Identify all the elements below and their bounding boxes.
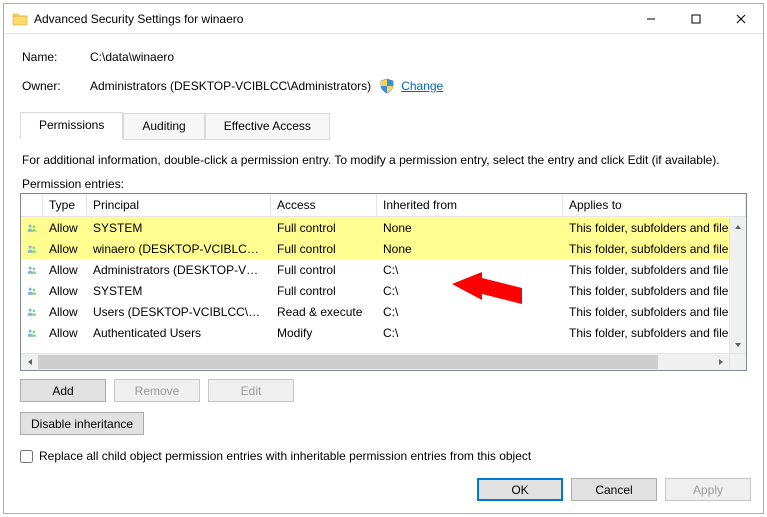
table-row[interactable]: AllowUsers (DESKTOP-VCIBLCC\Us...Read & … bbox=[21, 301, 746, 322]
add-button[interactable]: Add bbox=[20, 379, 106, 402]
cell-type: Allow bbox=[43, 305, 87, 319]
edit-button: Edit bbox=[208, 379, 294, 402]
horizontal-scrollbar[interactable] bbox=[21, 353, 729, 370]
ok-button[interactable]: OK bbox=[477, 478, 563, 501]
dialog-footer: OK Cancel Apply bbox=[477, 478, 751, 501]
cancel-button[interactable]: Cancel bbox=[571, 478, 657, 501]
cell-type: Allow bbox=[43, 326, 87, 340]
cell-type: Allow bbox=[43, 284, 87, 298]
cell-access: Full control bbox=[271, 263, 377, 277]
cell-principal: Administrators (DESKTOP-VCI... bbox=[87, 263, 271, 277]
table-row[interactable]: AllowSYSTEMFull controlNoneThis folder, … bbox=[21, 217, 746, 238]
col-type[interactable]: Type bbox=[43, 194, 87, 216]
cell-inherited: C:\ bbox=[377, 326, 563, 340]
replace-children-row[interactable]: Replace all child object permission entr… bbox=[20, 449, 747, 463]
vertical-scrollbar[interactable] bbox=[729, 218, 746, 353]
cell-access: Full control bbox=[271, 221, 377, 235]
minimize-button[interactable] bbox=[628, 4, 673, 34]
principal-icon bbox=[21, 305, 43, 319]
cell-applies: This folder, subfolders and file bbox=[563, 263, 746, 277]
window-title: Advanced Security Settings for winaero bbox=[34, 12, 243, 26]
listview-body: AllowSYSTEMFull controlNoneThis folder, … bbox=[21, 217, 746, 370]
cell-principal: winaero (DESKTOP-VCIBLCC\... bbox=[87, 242, 271, 256]
col-access[interactable]: Access bbox=[271, 194, 377, 216]
titlebar: Advanced Security Settings for winaero bbox=[4, 4, 763, 34]
table-row[interactable]: AllowAuthenticated UsersModifyC:\This fo… bbox=[21, 322, 746, 343]
cell-applies: This folder, subfolders and file bbox=[563, 326, 746, 340]
inheritance-row: Disable inheritance bbox=[20, 412, 747, 435]
cell-applies: This folder, subfolders and file bbox=[563, 221, 746, 235]
close-button[interactable] bbox=[718, 4, 763, 34]
remove-button: Remove bbox=[114, 379, 200, 402]
name-value: C:\data\winaero bbox=[90, 50, 174, 64]
permission-listview[interactable]: Type Principal Access Inherited from App… bbox=[20, 193, 747, 371]
cell-inherited: C:\ bbox=[377, 284, 563, 298]
tab-effective-access[interactable]: Effective Access bbox=[205, 113, 330, 140]
window: Advanced Security Settings for winaero N… bbox=[3, 3, 764, 514]
cell-access: Modify bbox=[271, 326, 377, 340]
col-inherited[interactable]: Inherited from bbox=[377, 194, 563, 216]
name-label: Name: bbox=[22, 50, 90, 64]
cell-access: Full control bbox=[271, 284, 377, 298]
cell-applies: This folder, subfolders and file bbox=[563, 284, 746, 298]
cell-applies: This folder, subfolders and file bbox=[563, 305, 746, 319]
scroll-corner bbox=[729, 353, 746, 370]
principal-icon bbox=[21, 263, 43, 277]
cell-access: Full control bbox=[271, 242, 377, 256]
cell-inherited: C:\ bbox=[377, 263, 563, 277]
cell-inherited: C:\ bbox=[377, 305, 563, 319]
folder-icon bbox=[12, 11, 28, 27]
table-row[interactable]: AllowSYSTEMFull controlC:\This folder, s… bbox=[21, 280, 746, 301]
tab-auditing[interactable]: Auditing bbox=[123, 113, 204, 140]
apply-button: Apply bbox=[665, 478, 751, 501]
change-owner-link[interactable]: Change bbox=[401, 79, 443, 93]
col-applies[interactable]: Applies to bbox=[563, 194, 746, 216]
cell-type: Allow bbox=[43, 242, 87, 256]
tabs: Permissions Auditing Effective Access bbox=[20, 112, 747, 139]
entry-buttons: Add Remove Edit bbox=[20, 379, 747, 402]
info-text: For additional information, double-click… bbox=[22, 153, 745, 167]
owner-value: Administrators (DESKTOP-VCIBLCC\Administ… bbox=[90, 79, 371, 93]
cell-access: Read & execute bbox=[271, 305, 377, 319]
cell-inherited: None bbox=[377, 242, 563, 256]
maximize-button[interactable] bbox=[673, 4, 718, 34]
owner-label: Owner: bbox=[22, 79, 90, 93]
owner-row: Owner: Administrators (DESKTOP-VCIBLCC\A… bbox=[22, 78, 751, 94]
entries-label: Permission entries: bbox=[22, 177, 745, 191]
disable-inheritance-button[interactable]: Disable inheritance bbox=[20, 412, 144, 435]
scroll-down-icon[interactable] bbox=[730, 336, 746, 353]
listview-header[interactable]: Type Principal Access Inherited from App… bbox=[21, 194, 746, 217]
col-icon[interactable] bbox=[21, 194, 43, 216]
replace-children-label: Replace all child object permission entr… bbox=[39, 449, 531, 463]
table-row[interactable]: Allowwinaero (DESKTOP-VCIBLCC\...Full co… bbox=[21, 238, 746, 259]
cell-type: Allow bbox=[43, 221, 87, 235]
cell-principal: SYSTEM bbox=[87, 221, 271, 235]
client-area: Name: C:\data\winaero Owner: Administrat… bbox=[4, 34, 763, 513]
table-row[interactable]: AllowAdministrators (DESKTOP-VCI...Full … bbox=[21, 259, 746, 280]
principal-icon bbox=[21, 221, 43, 235]
scroll-left-icon[interactable] bbox=[21, 354, 38, 370]
tab-permissions[interactable]: Permissions bbox=[20, 112, 123, 139]
principal-icon bbox=[21, 284, 43, 298]
shield-icon bbox=[379, 78, 395, 94]
scroll-thumb[interactable] bbox=[38, 355, 658, 369]
cell-principal: SYSTEM bbox=[87, 284, 271, 298]
cell-principal: Authenticated Users bbox=[87, 326, 271, 340]
name-row: Name: C:\data\winaero bbox=[22, 50, 751, 64]
principal-icon bbox=[21, 242, 43, 256]
cell-inherited: None bbox=[377, 221, 563, 235]
cell-principal: Users (DESKTOP-VCIBLCC\Us... bbox=[87, 305, 271, 319]
col-principal[interactable]: Principal bbox=[87, 194, 271, 216]
scroll-right-icon[interactable] bbox=[712, 354, 729, 370]
cell-type: Allow bbox=[43, 263, 87, 277]
cell-applies: This folder, subfolders and file bbox=[563, 242, 746, 256]
replace-children-checkbox[interactable] bbox=[20, 450, 33, 463]
scroll-up-icon[interactable] bbox=[730, 218, 746, 235]
principal-icon bbox=[21, 326, 43, 340]
